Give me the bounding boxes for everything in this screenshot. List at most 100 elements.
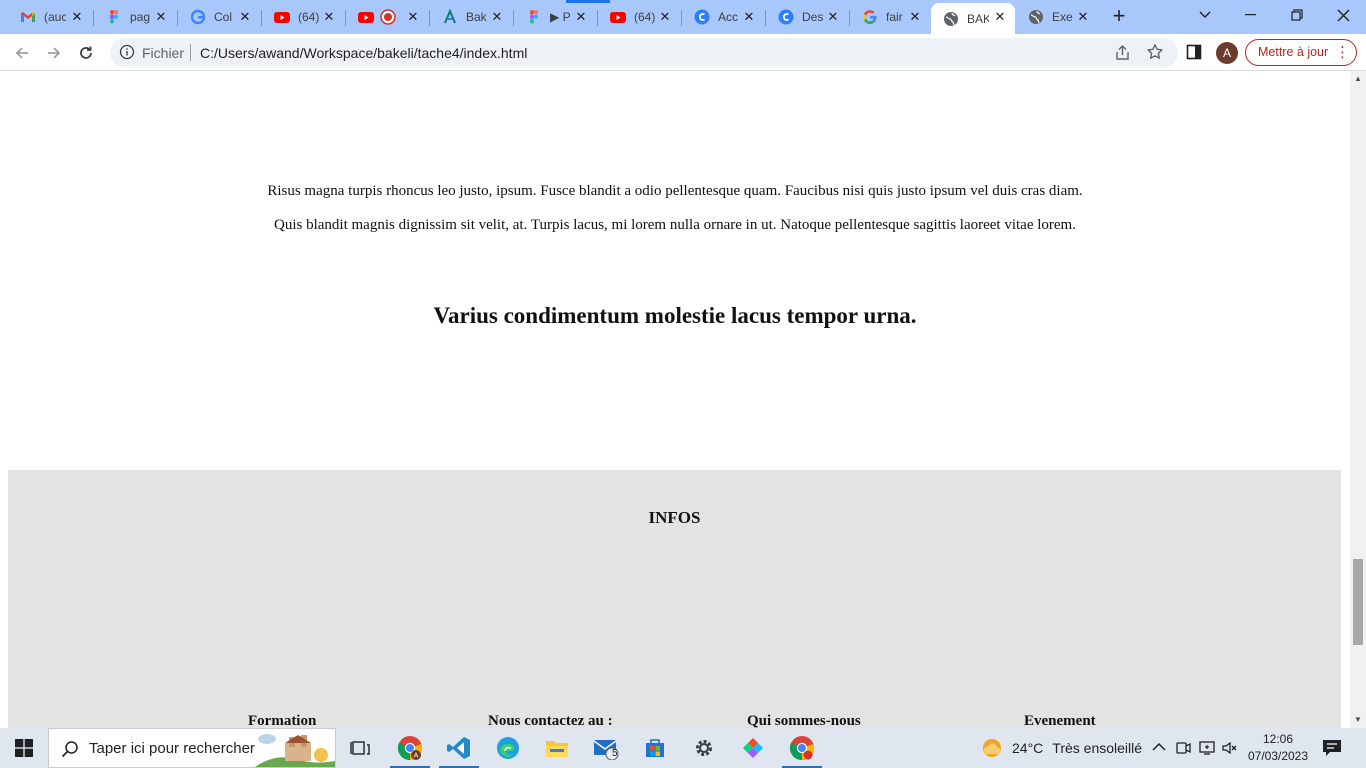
bakeli-icon [444, 9, 456, 24]
tab-active-bak[interactable]: BAK ✕ [931, 3, 1015, 34]
tab-title: Col [214, 10, 233, 24]
kebab-menu-icon[interactable]: ⋮ [1335, 40, 1350, 65]
footer-column-contact: Nous contactez au : [488, 713, 613, 728]
recording-icon [380, 9, 396, 25]
forward-arrow-icon[interactable] [40, 39, 68, 67]
tab-close-icon[interactable]: ✕ [70, 10, 84, 24]
minimize-icon[interactable] [1228, 0, 1274, 30]
tab-exe[interactable]: Exe ✕ [1016, 3, 1098, 31]
taskbar-settings-gear-icon[interactable] [680, 728, 728, 768]
volume-muted-icon[interactable] [1222, 740, 1238, 756]
restore-icon[interactable] [1274, 0, 1320, 30]
network-icon[interactable] [1199, 740, 1216, 756]
globe-icon [1029, 10, 1043, 24]
new-tab-plus-icon[interactable]: + [1108, 5, 1130, 28]
tab-colab[interactable]: Col ✕ [178, 3, 260, 31]
close-window-icon[interactable] [1320, 0, 1366, 30]
search-icon [61, 741, 78, 758]
tab-canva-1[interactable]: Acc ✕ [682, 3, 764, 31]
tab-title: Des [802, 10, 824, 24]
tab-figma-2[interactable]: ▶ P ✕ [514, 3, 596, 31]
figma-icon [530, 10, 538, 24]
weather-temperature: 24°C [1012, 740, 1044, 756]
tab-youtube-1[interactable]: (64) ✕ [262, 3, 344, 31]
taskbar-vscode-icon[interactable] [435, 728, 483, 768]
page-viewport: Risus magna turpis rhoncus leo justo, ip… [0, 71, 1350, 728]
browser-toolbar: Fichier C:/Users/awand/Workspace/bakeli/… [0, 34, 1366, 71]
svg-text:A: A [414, 753, 419, 760]
omnibox-divider [190, 44, 191, 61]
weather-condition: Très ensoleillé [1052, 740, 1143, 756]
youtube-icon [274, 12, 290, 23]
notification-center-icon[interactable] [1322, 739, 1342, 757]
tab-close-icon[interactable]: ✕ [322, 10, 336, 24]
taskbar-mail-icon[interactable]: 5 [582, 728, 630, 768]
tab-close-icon[interactable]: ✕ [908, 10, 922, 24]
scroll-up-arrow-icon[interactable]: ▲ [1350, 71, 1366, 87]
windows-start-icon[interactable] [0, 728, 48, 768]
tab-title: (auc [44, 10, 66, 24]
site-info-icon[interactable] [119, 44, 135, 60]
footer-column-about: Qui sommes-nous [747, 713, 861, 728]
back-arrow-icon[interactable] [8, 39, 36, 67]
tab-figma-1[interactable]: pag ✕ [94, 3, 176, 31]
footer-column-events: Evenement [1024, 713, 1096, 728]
tab-close-icon[interactable]: ✕ [826, 10, 840, 24]
profile-avatar[interactable]: A [1216, 42, 1238, 64]
tab-close-icon[interactable]: ✕ [406, 10, 420, 24]
weather-widget[interactable]: 24°C Très ensoleillé [980, 728, 1142, 768]
tab-close-icon[interactable]: ✕ [993, 10, 1007, 24]
url-text[interactable]: C:/Users/awand/Workspace/bakeli/tache4/i… [200, 45, 527, 61]
tab-close-icon[interactable]: ✕ [742, 10, 756, 24]
taskbar-file-explorer-icon[interactable] [533, 728, 581, 768]
tab-close-icon[interactable]: ✕ [154, 10, 168, 24]
tab-gmail[interactable]: (auc ✕ [8, 3, 92, 31]
address-bar[interactable]: Fichier C:/Users/awand/Workspace/bakeli/… [110, 38, 1178, 67]
footer-title: INFOS [648, 508, 701, 527]
tab-canva-2[interactable]: Des ✕ [766, 3, 848, 31]
scroll-down-arrow-icon[interactable]: ▼ [1350, 712, 1366, 728]
reload-icon[interactable] [72, 39, 100, 67]
youtube-icon [358, 12, 374, 23]
update-button[interactable]: Mettre à jour ⋮ [1245, 39, 1357, 66]
tab-close-icon[interactable]: ✕ [490, 10, 504, 24]
meet-now-icon[interactable] [1175, 740, 1191, 756]
gmail-icon [21, 12, 35, 22]
search-placeholder: Taper ici pour rechercher [89, 740, 255, 757]
youtube-icon [610, 12, 626, 23]
footer-infos: INFOS Formation Nous contactez au : Qui … [8, 470, 1341, 728]
taskbar-chrome-icon[interactable] [778, 728, 826, 768]
tab-title: (64) [298, 10, 320, 24]
taskbar-edge-icon[interactable] [484, 728, 532, 768]
taskbar-figma-app-icon[interactable] [729, 728, 777, 768]
tab-close-icon[interactable]: ✕ [238, 10, 252, 24]
taskbar-search-box[interactable]: Taper ici pour rechercher [48, 728, 336, 768]
tab-title: BAK [967, 11, 989, 26]
bookmark-star-icon[interactable] [1146, 43, 1164, 61]
footer-column-formation: Formation [248, 713, 317, 728]
share-icon[interactable] [1114, 44, 1131, 61]
tab-close-icon[interactable]: ✕ [574, 10, 588, 24]
tab-bakeli[interactable]: Bak ✕ [430, 3, 512, 31]
taskbar-store-icon[interactable] [631, 728, 679, 768]
tab-close-icon[interactable]: ✕ [658, 10, 672, 24]
tab-google-search[interactable]: fair ✕ [850, 3, 930, 31]
vertical-scrollbar[interactable]: ▲ ▼ [1350, 71, 1366, 728]
tab-title: Bak [466, 10, 487, 24]
google-g-icon [863, 10, 877, 24]
scheme-label: Fichier [142, 45, 185, 61]
tray-chevron-up-icon[interactable] [1152, 740, 1166, 754]
tab-search-chevron-icon[interactable] [1182, 0, 1228, 30]
tab-youtube-3[interactable]: (64) ✕ [598, 3, 680, 31]
side-panel-icon[interactable] [1186, 44, 1202, 60]
system-clock[interactable]: 12:06 07/03/2023 [1246, 731, 1310, 765]
taskbar-chrome-profile-icon[interactable]: A [386, 728, 434, 768]
scrollbar-thumb[interactable] [1353, 559, 1363, 645]
tab-title: fair [886, 10, 903, 24]
tab-youtube-2[interactable]: ✕ [346, 3, 428, 31]
update-button-label: Mettre à jour [1258, 45, 1329, 59]
tab-title: pag [130, 10, 151, 24]
figma-icon [110, 10, 118, 24]
tab-close-icon[interactable]: ✕ [1076, 10, 1090, 24]
task-view-icon[interactable] [336, 728, 384, 768]
